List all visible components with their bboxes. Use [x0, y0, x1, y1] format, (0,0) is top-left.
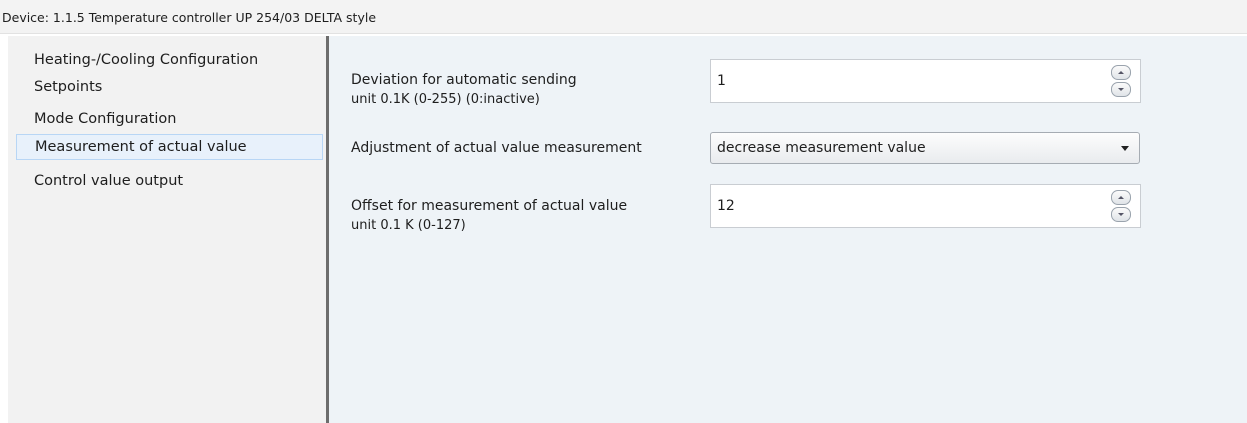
- offset-label: Offset for measurement of actual value u…: [351, 196, 627, 236]
- offset-value[interactable]: 12: [717, 198, 735, 214]
- offset-spinbox[interactable]: 12: [710, 184, 1141, 228]
- nav-item-heating-cooling-configuration[interactable]: Heating-/Cooling Configuration: [34, 47, 324, 73]
- deviation-label-line1: Deviation for automatic sending: [351, 72, 577, 88]
- deviation-spin-buttons: [1111, 65, 1131, 97]
- deviation-label-line2: unit 0.1K (0-255) (0:inactive): [351, 92, 540, 107]
- offset-spin-buttons: [1111, 190, 1131, 222]
- nav-item-mode-configuration[interactable]: Mode Configuration: [34, 106, 324, 132]
- nav-item-control-value-output[interactable]: Control value output: [34, 168, 324, 194]
- nav-item-setpoints[interactable]: Setpoints: [34, 74, 324, 100]
- caret-down-icon[interactable]: [1121, 146, 1129, 151]
- offset-label-line1: Offset for measurement of actual value: [351, 198, 628, 214]
- nav-item-measurement-of-actual-value[interactable]: Measurement of actual value: [16, 134, 323, 160]
- adjustment-label: Adjustment of actual value measurement: [351, 140, 642, 156]
- chevron-up-icon[interactable]: [1111, 190, 1131, 205]
- adjustment-dropdown[interactable]: decrease measurement value: [710, 132, 1140, 164]
- deviation-label: Deviation for automatic sending unit 0.1…: [351, 70, 577, 110]
- deviation-spinbox[interactable]: 1: [710, 59, 1141, 103]
- parameter-panel: Deviation for automatic sending unit 0.1…: [329, 36, 1247, 423]
- chevron-up-icon[interactable]: [1111, 65, 1131, 80]
- parameter-page-list: Heating-/Cooling Configuration Setpoints…: [8, 36, 326, 423]
- offset-label-line2: unit 0.1 K (0-127): [351, 218, 466, 233]
- chevron-down-icon[interactable]: [1111, 207, 1131, 222]
- window-title: Device: 1.1.5 Temperature controller UP …: [0, 0, 1247, 34]
- deviation-value[interactable]: 1: [717, 73, 726, 89]
- adjustment-selected-value: decrease measurement value: [717, 140, 926, 156]
- chevron-down-icon[interactable]: [1111, 82, 1131, 97]
